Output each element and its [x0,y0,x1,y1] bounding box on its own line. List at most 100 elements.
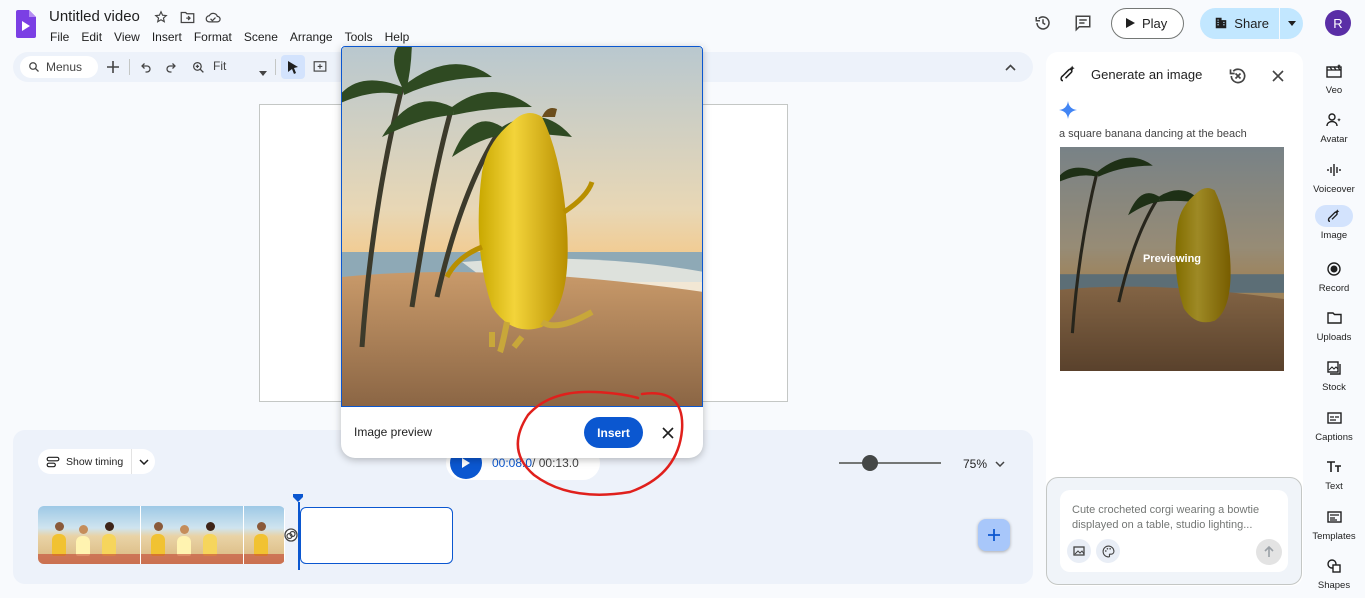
previewing-label: Previewing [1142,253,1202,265]
menu-help[interactable]: Help [379,28,416,46]
rail-veo[interactable]: Veo [1307,60,1361,96]
cloud-saved-icon[interactable] [205,9,221,25]
menu-edit[interactable]: Edit [75,28,108,46]
insert-button[interactable]: Insert [584,417,643,448]
rail-shapes-label: Shapes [1317,580,1351,591]
rail-veo-label: Veo [1325,85,1343,96]
cursor-icon [288,61,298,74]
history-icon[interactable] [1228,66,1248,86]
rail-captions-label: Captions [1315,432,1353,443]
close-panel-icon[interactable] [1268,66,1288,86]
star-icon[interactable] [153,9,169,25]
chevron-down-icon [995,461,1005,467]
share-options-button[interactable] [1279,7,1303,39]
current-time: 00:08.0 [492,456,533,470]
document-title[interactable]: Untitled video [49,8,140,25]
zoom-fit-select[interactable]: Fit [213,59,226,73]
play-button[interactable]: Play [1111,7,1185,39]
rail-shapes[interactable]: Shapes [1307,555,1361,591]
rail-text-label: Text [1325,481,1343,492]
menu-tools[interactable]: Tools [339,28,379,46]
clip-thumbnail [38,506,141,564]
timeline-zoom-thumb[interactable] [861,455,878,471]
menu-scene[interactable]: Scene [238,28,284,46]
rail-avatar[interactable]: Avatar [1307,109,1361,145]
menus-search-placeholder: Menus [46,60,83,74]
rail-text[interactable]: Text [1307,456,1361,492]
video-clip-beach[interactable] [38,506,285,564]
zoom-value: 75% [963,457,988,471]
templates-icon [1326,511,1342,523]
share-button[interactable]: Share [1200,8,1279,39]
rail-record-label: Record [1318,283,1350,294]
generate-image-title: Generate an image [1091,67,1203,82]
playhead-line [298,502,300,570]
rail-image[interactable]: Image [1307,205,1361,241]
shapes-icon [1327,559,1341,573]
image-icon [1327,209,1340,222]
comments-icon[interactable] [1067,7,1099,39]
preview-image [341,46,703,407]
move-folder-icon[interactable] [179,9,195,25]
veo-icon [1326,64,1342,78]
menu-format[interactable]: Format [188,28,238,46]
header-actions: Play Share R [1027,7,1351,39]
rail-templates[interactable]: Templates [1307,506,1361,542]
zoom-icon[interactable] [188,57,208,77]
rail-stock[interactable]: Stock [1307,357,1361,393]
add-icon[interactable] [103,57,123,77]
image-generate-icon [1060,65,1075,82]
zoom-caret-icon[interactable] [259,65,267,79]
toolbar-divider [275,59,276,75]
send-prompt-button[interactable] [1256,539,1282,565]
share-button-label: Share [1234,15,1269,31]
playhead-marker-icon[interactable] [293,494,303,502]
version-history-icon[interactable] [1027,7,1059,39]
rail-uploads[interactable]: Uploads [1307,307,1361,343]
add-scene-button[interactable] [978,519,1010,551]
close-preview-icon[interactable] [659,424,677,442]
transition-icon[interactable] [284,528,298,542]
redo-icon[interactable] [161,57,181,77]
style-palette-icon[interactable] [1096,539,1120,563]
timecode: 00:08.0/ 00:13.0 [492,456,579,470]
show-timing-dropdown[interactable] [131,449,155,474]
aspect-ratio-icon[interactable] [1067,539,1091,563]
chevron-down-icon [139,458,149,465]
play-button-label: Play [1142,15,1168,31]
menu-bar: File Edit View Insert Format Scene Arran… [44,28,415,46]
menu-view[interactable]: View [108,28,146,46]
rail-image-label: Image [1320,230,1348,241]
rail-voiceover-label: Voiceover [1313,184,1355,195]
account-avatar[interactable]: R [1325,10,1351,36]
select-tool-button[interactable] [281,55,305,79]
add-textbox-icon[interactable] [310,57,330,77]
menu-file[interactable]: File [44,28,75,46]
new-scene-clip[interactable] [300,507,453,564]
rail-avatar-label: Avatar [1320,134,1348,145]
show-timing-control: Show timing [38,449,156,474]
show-timing-button[interactable]: Show timing [38,456,131,468]
play-icon [462,458,470,468]
undo-icon[interactable] [136,57,156,77]
menu-insert[interactable]: Insert [146,28,188,46]
prompt-placeholder: Cute crocheted corgi wearing a bowtie di… [1072,504,1260,531]
rail-stock-label: Stock [1322,382,1346,393]
menus-search-input[interactable]: Menus [20,56,98,78]
submitted-prompt: a square banana dancing at the beach [1059,128,1247,140]
timeline-zoom-slider[interactable] [839,462,941,464]
captions-icon [1326,412,1342,424]
folder-icon [1326,312,1342,324]
timeline-zoom-select[interactable]: 75% [963,457,1005,471]
rail-record[interactable]: Record [1307,258,1361,294]
vids-logo-icon [16,10,36,38]
collapse-toolbar-icon[interactable] [1000,57,1020,77]
timing-icon [46,456,60,467]
rail-captions[interactable]: Captions [1307,407,1361,443]
toolbar-divider [129,59,130,75]
menu-arrange[interactable]: Arrange [284,28,339,46]
arrow-up-icon [1264,546,1274,557]
record-icon [1327,262,1341,276]
rail-voiceover[interactable]: Voiceover [1307,159,1361,195]
total-time: / 00:13.0 [532,456,579,470]
